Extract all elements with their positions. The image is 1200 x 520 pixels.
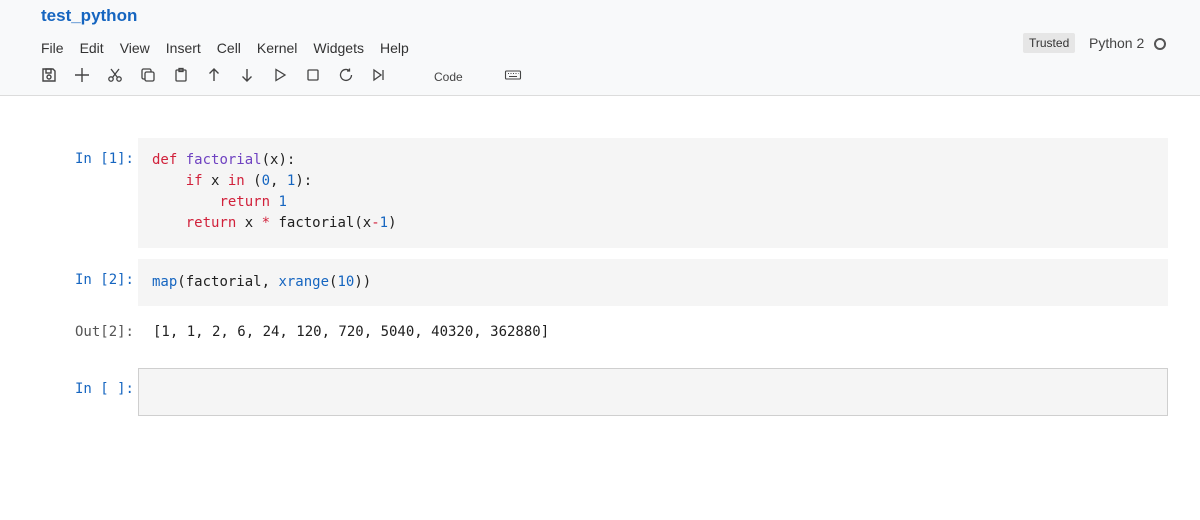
keyword: def (152, 152, 178, 168)
menu-view[interactable]: View (120, 39, 150, 57)
menu-cell[interactable]: Cell (217, 39, 241, 57)
builtin: map (152, 274, 178, 290)
menu-widgets[interactable]: Widgets (313, 39, 364, 57)
run-icon (275, 68, 287, 82)
restart-run-all-button[interactable] (370, 66, 388, 84)
menu-help[interactable]: Help (380, 39, 409, 57)
cell-1-prompt: In [1]: (74, 151, 134, 167)
run-button[interactable] (271, 66, 289, 84)
number: 0 (261, 173, 271, 189)
kernel-idle-indicator-icon (1154, 38, 1166, 50)
fast-forward-icon (373, 68, 384, 82)
kernel-name[interactable]: Python 2 (1089, 34, 1144, 52)
arrow-up-icon (209, 68, 219, 81)
stop-icon (307, 69, 319, 81)
cell-2-prompt: In [2]: (74, 272, 134, 288)
function-name: factorial (185, 152, 262, 168)
paste-icon (175, 67, 187, 82)
code-line: return 1 (138, 192, 1168, 213)
command-palette-button[interactable] (504, 66, 522, 84)
cut-icon (108, 68, 122, 82)
cell-3-prompt: In [ ]: (74, 381, 134, 397)
menu-insert[interactable]: Insert (166, 39, 201, 57)
keyword: return (219, 194, 271, 210)
code-text: ) (388, 215, 397, 231)
menu-edit[interactable]: Edit (80, 39, 104, 57)
keyword: return (185, 215, 237, 231)
code-line: return x * factorial(x-1) (138, 213, 1168, 234)
restart-icon (339, 68, 353, 82)
code-text: factorial(x (270, 215, 372, 231)
code-line: def factorial(x): (138, 150, 1168, 171)
code-line: map(factorial, xrange(10)) (138, 272, 1168, 293)
cell-2-input[interactable]: map(factorial, xrange(10)) (138, 259, 1168, 306)
copy-button[interactable] (139, 66, 157, 84)
move-up-button[interactable] (205, 66, 223, 84)
operator: - (371, 215, 380, 231)
code-text: )) (354, 274, 372, 290)
menu-kernel[interactable]: Kernel (257, 39, 297, 57)
arrow-down-icon (242, 69, 252, 82)
trusted-badge[interactable]: Trusted (1023, 33, 1076, 53)
code-text: (x): (261, 152, 296, 168)
cell-type-dropdown[interactable]: Code (434, 70, 463, 84)
cell-2-output: [1, 1, 2, 6, 24, 120, 720, 5040, 40320, … (153, 324, 550, 340)
restart-button[interactable] (337, 66, 355, 84)
number: 10 (337, 274, 355, 290)
builtin: xrange (278, 274, 330, 290)
menubar: File Edit View Insert Cell Kernel Widget… (41, 39, 425, 57)
keyword: if (185, 173, 203, 189)
copy-icon (141, 68, 155, 82)
cell-3-input[interactable] (138, 368, 1168, 416)
notebook-title[interactable]: test_python (41, 6, 137, 26)
plus-icon (75, 68, 89, 82)
paste-button[interactable] (172, 66, 190, 84)
cut-button[interactable] (106, 66, 124, 84)
code-text: x (202, 173, 228, 189)
cell-2-output-prompt: Out[2]: (74, 324, 134, 340)
menu-file[interactable]: File (41, 39, 64, 57)
code-line: if x in (0, 1): (138, 171, 1168, 192)
number: 1 (379, 215, 389, 231)
code-text: , (270, 173, 287, 189)
keyword: in (227, 173, 245, 189)
toolbar: Code (0, 64, 1200, 88)
number: 1 (278, 194, 287, 210)
insert-cell-button[interactable] (73, 66, 91, 84)
code-text: (factorial, (177, 274, 279, 290)
save-button[interactable] (40, 66, 58, 84)
interrupt-button[interactable] (304, 66, 322, 84)
code-text: x (236, 215, 262, 231)
save-icon (42, 68, 56, 82)
cell-1-input[interactable]: def factorial(x): if x in (0, 1): return… (138, 138, 1168, 248)
notebook-header: test_python File Edit View Insert Cell K… (0, 0, 1200, 96)
operator: * (261, 215, 271, 231)
code-text: ( (244, 173, 262, 189)
move-down-button[interactable] (238, 66, 256, 84)
code-text: ): (295, 173, 313, 189)
keyboard-icon (504, 70, 522, 80)
